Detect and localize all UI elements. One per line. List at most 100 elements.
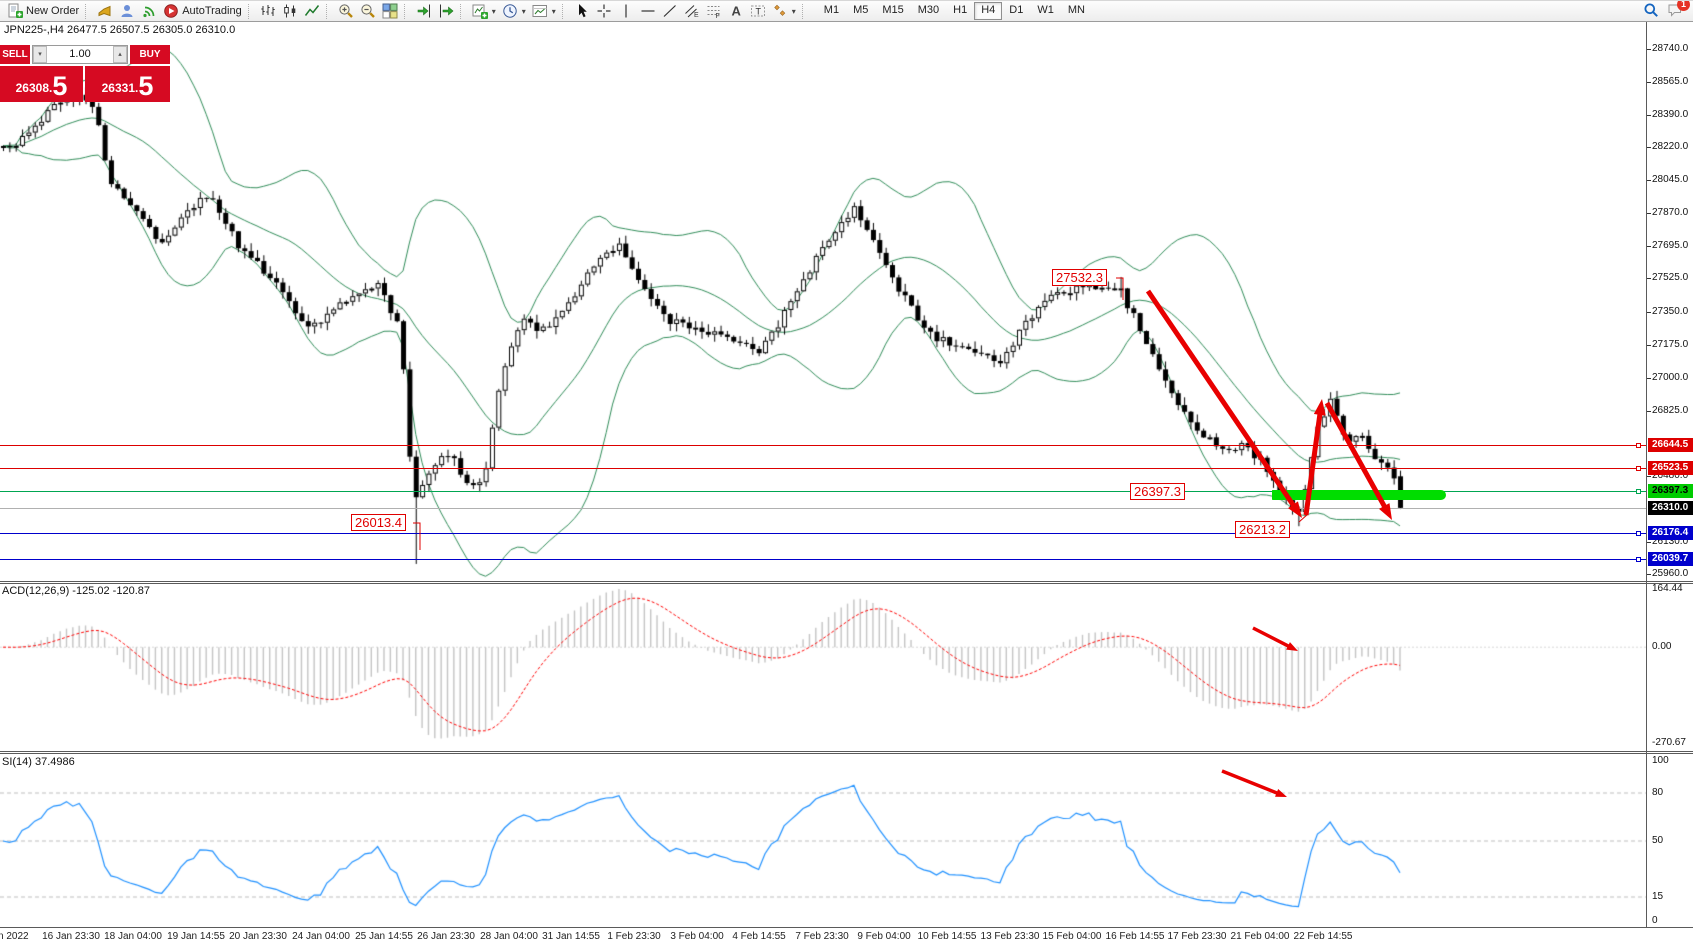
level-line-anchor[interactable] [1636, 489, 1641, 494]
fibonacci-button[interactable]: F [703, 2, 725, 21]
chevron-down-icon: ▾ [792, 7, 796, 16]
horizontal-level-line[interactable] [0, 468, 1646, 469]
horizontal-level-line[interactable] [0, 533, 1646, 534]
axis-tick-mark [1647, 246, 1651, 247]
zoom-in-icon [338, 3, 354, 19]
candlestick-chart-button[interactable] [279, 2, 301, 21]
level-line-anchor[interactable] [1636, 531, 1641, 536]
auto-scroll-icon [416, 3, 432, 19]
time-axis-label: 3 Feb 04:00 [670, 931, 723, 942]
svg-text:F: F [715, 13, 719, 19]
price-level-tag: 26039.7 [1648, 552, 1693, 566]
alerts-button[interactable] [94, 2, 116, 21]
new-chart-button[interactable]: ▾ [469, 2, 499, 21]
rsi-pane-canvas[interactable] [0, 754, 1646, 927]
horizontal-line-button[interactable] [637, 2, 659, 21]
time-axis-label: 24 Jan 04:00 [292, 931, 350, 942]
tf-button-mn[interactable]: MN [1061, 2, 1092, 20]
bar-chart-button[interactable] [257, 2, 279, 21]
tf-button-h4[interactable]: H4 [974, 2, 1002, 20]
time-axis[interactable]: Jan 202216 Jan 23:3018 Jan 04:0019 Jan 1… [0, 928, 1693, 946]
axis-tick-mark [1647, 278, 1651, 279]
volume-value[interactable]: 1.00 [47, 46, 113, 63]
price-axis[interactable]: 28740.028565.028390.028220.028045.027870… [1647, 22, 1693, 927]
autotrading-icon [163, 3, 179, 19]
price-annotation-label[interactable]: 26397.3 [1130, 483, 1185, 500]
level-line-anchor[interactable] [1636, 443, 1641, 448]
shapes-button[interactable]: ▾ [769, 2, 799, 21]
buy-price-box[interactable]: 26331.5 [85, 66, 170, 102]
tf-button-w1[interactable]: W1 [1030, 2, 1061, 20]
buy-button[interactable]: BUY [130, 45, 170, 64]
volume-down-button[interactable]: ▾ [33, 46, 47, 63]
horizontal-level-line[interactable] [0, 559, 1646, 560]
price-level-tag: 26176.4 [1648, 526, 1693, 540]
toolbar-separator [802, 4, 808, 19]
time-axis-label: 17 Feb 23:30 [1168, 931, 1227, 942]
price-axis-label: 28045.0 [1652, 174, 1688, 185]
bar-chart-icon [260, 3, 276, 19]
price-annotation-label[interactable]: 26213.2 [1235, 521, 1290, 538]
macd-pane-separator[interactable] [0, 581, 1693, 582]
text-button[interactable]: A [725, 2, 747, 21]
level-line-anchor[interactable] [1636, 557, 1641, 562]
autotrading-button[interactable]: AutoTrading [160, 2, 245, 21]
period-button[interactable]: ▾ [499, 2, 529, 21]
time-axis-label: 4 Feb 14:55 [732, 931, 785, 942]
svg-text:E: E [694, 12, 699, 19]
time-axis-label: 16 Feb 14:55 [1106, 931, 1165, 942]
tf-button-m15[interactable]: M15 [875, 2, 910, 20]
chevron-down-icon: ▾ [492, 7, 496, 16]
axis-tick-mark [1647, 213, 1651, 214]
horizontal-level-line[interactable] [0, 508, 1646, 509]
price-annotation-label[interactable]: 26013.4 [351, 514, 406, 531]
horizontal-level-line[interactable] [0, 445, 1646, 446]
label-icon: T [750, 3, 766, 19]
zoom-in-button[interactable] [335, 2, 357, 21]
indicator-axis-label: 50 [1652, 835, 1663, 846]
indicator-axis-label: 0 [1652, 915, 1658, 926]
crosshair-button[interactable] [593, 2, 615, 21]
new-order-button[interactable]: New Order [4, 2, 82, 21]
macd-pane-canvas[interactable] [0, 584, 1646, 751]
text-label-button[interactable]: T [747, 2, 769, 21]
tf-button-m30[interactable]: M30 [911, 2, 946, 20]
time-axis-label: 26 Jan 23:30 [417, 931, 475, 942]
axis-tick-mark [1647, 345, 1651, 346]
time-axis-label: 15 Feb 04:00 [1043, 931, 1102, 942]
indicator-axis-label: 15 [1652, 891, 1663, 902]
axis-tick-mark [1647, 115, 1651, 116]
support-zone-bar[interactable] [1272, 490, 1446, 500]
sell-price-box[interactable]: 26308.5 [0, 66, 83, 102]
level-line-anchor[interactable] [1636, 466, 1641, 471]
indicator-axis-label: 0.00 [1652, 641, 1671, 652]
tile-windows-button[interactable] [379, 2, 401, 21]
axis-tick-mark [1647, 312, 1651, 313]
tf-button-d1[interactable]: D1 [1002, 2, 1030, 20]
search-icon[interactable] [1643, 2, 1659, 21]
tf-button-h1[interactable]: H1 [946, 2, 974, 20]
trendline-button[interactable] [659, 2, 681, 21]
line-chart-button[interactable] [301, 2, 323, 21]
cursor-button[interactable] [571, 2, 593, 21]
price-axis-label: 26825.0 [1652, 405, 1688, 416]
tile-windows-icon [382, 3, 398, 19]
chart-shift-button[interactable] [435, 2, 457, 21]
community-button[interactable] [116, 2, 138, 21]
channel-button[interactable]: E [681, 2, 703, 21]
templates-button[interactable]: ▾ [529, 2, 559, 21]
rsi-pane-separator[interactable] [0, 751, 1693, 752]
price-axis-border [1646, 22, 1647, 927]
auto-scroll-button[interactable] [413, 2, 435, 21]
vertical-line-button[interactable] [615, 2, 637, 21]
price-annotation-label[interactable]: 27532.3 [1052, 269, 1107, 286]
rsi-pane-separator-inner [0, 753, 1693, 754]
tf-button-m5[interactable]: M5 [846, 2, 875, 20]
tf-button-m1[interactable]: M1 [817, 2, 846, 20]
chat-button[interactable]: 1 [1667, 2, 1683, 21]
sell-button[interactable]: SELL [0, 45, 30, 64]
volume-up-button[interactable]: ▴ [113, 46, 127, 63]
signals-button[interactable] [138, 2, 160, 21]
zoom-out-button[interactable] [357, 2, 379, 21]
time-axis-label: 21 Feb 04:00 [1231, 931, 1290, 942]
